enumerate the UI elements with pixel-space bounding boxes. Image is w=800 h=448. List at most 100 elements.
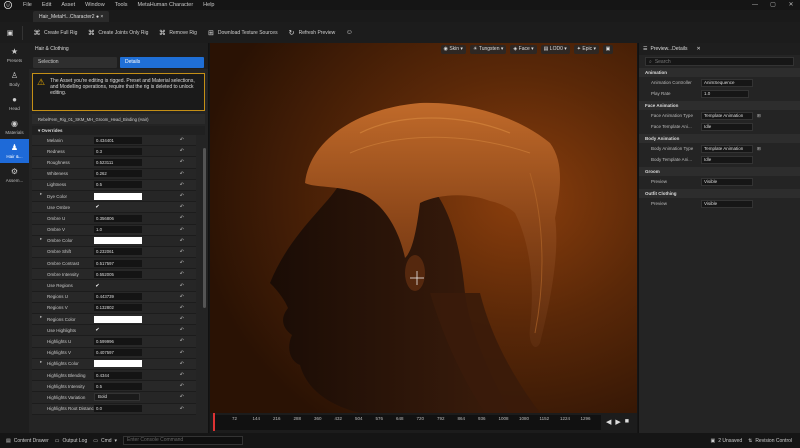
override-checkbox[interactable]: ✔ [94,282,101,289]
override-checkbox[interactable]: ✔ [94,204,101,211]
console-command-input[interactable]: Enter Console Command [123,436,244,445]
override-value-input[interactable]: 0.552005 [94,270,142,278]
revision-control-button[interactable]: ⇅ Revision Control [748,438,792,444]
override-value-input[interactable]: 0.232061 [94,248,142,256]
details-section-header[interactable]: Face Animation [639,101,800,110]
override-value-input[interactable]: 0.407597 [94,349,142,357]
details-dropdown[interactable]: Visible [701,199,753,208]
details-dropdown[interactable]: Template Animation [701,144,753,153]
override-value-input[interactable]: 0.4344 [94,371,142,379]
color-swatch[interactable] [94,315,142,323]
strip-head[interactable]: ● Head [0,91,29,115]
save-icon[interactable]: ▣ [6,29,14,37]
reset-icon[interactable]: ↶ [180,372,184,378]
menu-tools[interactable]: Tools [115,2,128,8]
cmd-dropdown[interactable]: ▭ Cmd ▾ [93,438,117,444]
reset-icon[interactable]: ↶ [180,316,184,322]
override-value-input[interactable]: 0.434401 [94,136,142,144]
asset-header[interactable]: RebelFem_Rig_01_SKM_MH_Groom_Head_Bindin… [32,114,205,124]
overrides-section-header[interactable]: ▾ Overrides [32,126,205,135]
preview-details-tab[interactable]: ☰ Preview...Details ✕ [639,43,800,55]
play-icon[interactable]: ▶ [615,418,620,426]
tab-details[interactable]: Details [120,56,204,68]
override-value-input[interactable]: 0.0 [94,405,142,413]
menu-help[interactable]: Help [203,2,214,8]
browse-icon[interactable]: ⊞ [757,146,761,152]
create-full-rig-button[interactable]: ⌘ Create Full Rig [33,29,78,37]
override-value-input[interactable]: 0.5 [94,181,142,189]
viewport-camera-button[interactable]: ▣ [603,44,613,54]
reset-icon[interactable]: ↶ [180,193,184,199]
download-textures-button[interactable]: ⊞ Download Texture Sources [207,29,278,37]
create-joints-rig-button[interactable]: ⌘ Create Joints Only Rig [87,29,149,37]
user-button[interactable]: ☺ [345,29,353,37]
details-dropdown[interactable]: Visible [701,177,753,186]
step-back-icon[interactable]: ◀ [606,418,611,426]
strip-assembly[interactable]: ⚙ Assem... [0,163,29,187]
viewport-lod-button[interactable]: ▤ LOD0 ▾ [540,44,570,54]
override-value-input[interactable]: 0.132802 [94,304,142,312]
color-swatch[interactable] [94,192,142,200]
details-section-header[interactable]: Outfit Clothing [639,189,800,198]
color-swatch[interactable] [94,360,142,368]
remove-rig-button[interactable]: ⌘ Remove Rig [158,29,197,37]
reset-icon[interactable]: ↶ [180,294,184,300]
reset-icon[interactable]: ↶ [180,338,184,344]
override-dropdown[interactable]: Bold [94,393,140,402]
reset-icon[interactable]: ↶ [180,215,184,221]
panel-scrollbar[interactable] [203,148,206,308]
reset-icon[interactable]: ↶ [180,148,184,154]
details-dropdown[interactable]: Template Animation [701,111,753,120]
override-value-input[interactable]: 0.262 [94,170,142,178]
viewport-skin-button[interactable]: ◉ Skin ▾ [440,44,466,54]
tab-selection[interactable]: Selection [33,56,117,68]
strip-presets[interactable]: ★ Presets [0,43,29,67]
document-tab[interactable]: Hair_MetaH...Character2 ● × [33,11,110,22]
reset-icon[interactable]: ↶ [180,171,184,177]
reset-icon[interactable]: ↶ [180,305,184,311]
reset-icon[interactable]: ↶ [180,182,184,188]
close-tab-icon[interactable]: ✕ [696,46,700,52]
stop-icon[interactable]: ■ [625,418,629,426]
reset-icon[interactable]: ↶ [180,406,184,412]
reset-icon[interactable]: ↶ [180,383,184,389]
reset-icon[interactable]: ↶ [180,350,184,356]
details-value-input[interactable]: 1.0 [701,89,749,98]
output-log-button[interactable]: ▭ Output Log [55,438,87,444]
reset-icon[interactable]: ↶ [180,260,184,266]
override-value-input[interactable]: 0.5 [94,382,142,390]
reset-icon[interactable]: ↶ [180,204,184,210]
menu-file[interactable]: File [23,2,32,8]
viewport-lighting-button[interactable]: ☀ Tungsten ▾ [469,44,507,54]
viewport[interactable] [210,43,637,413]
details-section-header[interactable]: Groom [639,167,800,176]
reset-icon[interactable]: ↶ [180,361,184,367]
menu-asset[interactable]: Asset [61,2,75,8]
reset-icon[interactable]: ↶ [180,238,184,244]
unreal-logo-icon[interactable]: U [3,0,13,10]
override-value-input[interactable]: 0.599996 [94,337,142,345]
refresh-preview-button[interactable]: ↻ Refresh Preview [288,29,336,37]
override-value-input[interactable]: 0.3 [94,147,142,155]
strip-body[interactable]: ♙ Body [0,67,29,91]
viewport-face-button[interactable]: ◈ Face ▾ [510,44,537,54]
maximize-icon[interactable]: ▢ [764,0,782,10]
menu-edit[interactable]: Edit [42,2,51,8]
override-value-input[interactable]: 0.523111 [94,158,142,166]
content-drawer-button[interactable]: ▤ Content Drawer [6,438,49,444]
minimize-icon[interactable]: — [746,0,764,10]
details-dropdown[interactable]: AnimSequence [701,78,753,87]
reset-icon[interactable]: ↶ [180,159,184,165]
details-section-header[interactable]: Animation [639,68,800,77]
viewport-quality-button[interactable]: ✦ Epic ▾ [573,44,599,54]
reset-icon[interactable]: ↶ [180,394,184,400]
color-swatch[interactable] [94,237,142,245]
details-dropdown[interactable]: Idle [701,155,753,164]
reset-icon[interactable]: ↶ [180,283,184,289]
unsaved-button[interactable]: ▣ 2 Unsaved [710,438,742,444]
override-value-input[interactable]: 0.517597 [94,259,142,267]
timeline-playhead[interactable] [213,413,215,431]
strip-materials[interactable]: ◉ Materials [0,115,29,139]
override-value-input[interactable]: 1.0 [94,226,142,234]
close-icon[interactable]: ✕ [782,0,800,10]
